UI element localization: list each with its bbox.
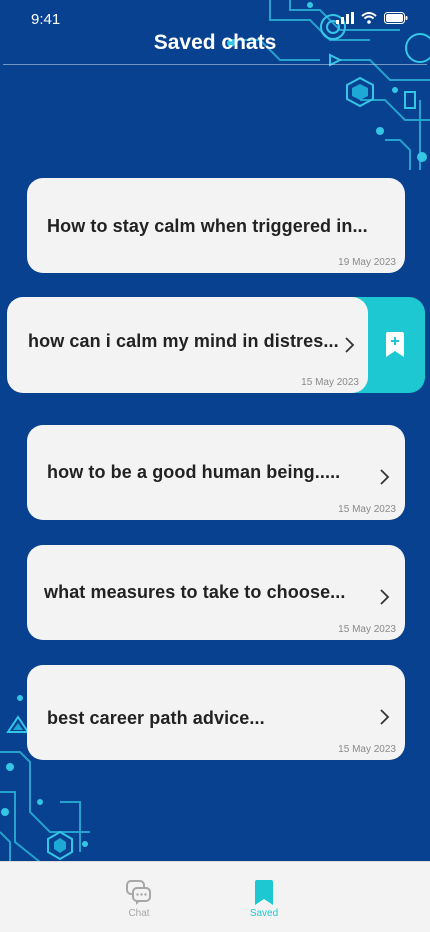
chevron-right-icon	[380, 469, 390, 485]
chevron-right-icon	[380, 709, 390, 725]
chat-card-title: how can i calm my mind in distres...	[28, 331, 339, 351]
bottom-tab-bar: Chat Saved	[0, 861, 430, 932]
page-title: Saved chats	[153, 31, 277, 54]
saved-chats-screen: 9:41 Saved chats How to stay calm when t…	[0, 0, 430, 932]
chevron-right-icon	[380, 589, 390, 605]
battery-icon	[384, 12, 408, 24]
chat-card-date: 19 May 2023	[338, 257, 396, 268]
bookmark-plus-icon	[386, 332, 404, 357]
chat-bubbles-icon	[126, 880, 151, 905]
chat-card[interactable]: How to stay calm when triggered in... 19…	[27, 178, 405, 273]
chat-card[interactable]: how to be a good human being..... 15 May…	[27, 425, 405, 520]
chat-card[interactable]: best career path advice... 15 May 2023	[27, 665, 405, 760]
chat-card-title: how to be a good human being.....	[47, 462, 341, 482]
chat-card-date: 15 May 2023	[338, 504, 396, 515]
chat-card-title: best career path advice...	[47, 708, 265, 728]
status-icons	[336, 12, 408, 24]
tab-chat[interactable]: Chat	[109, 880, 169, 919]
chat-card[interactable]: what measures to take to choose... 15 Ma…	[27, 545, 405, 640]
tab-saved[interactable]: Saved	[234, 880, 294, 919]
chat-card-date: 15 May 2023	[338, 744, 396, 755]
chat-card[interactable]: how can i calm my mind in distres... 15 …	[7, 297, 368, 393]
chat-card-title: what measures to take to choose...	[44, 582, 346, 602]
header-divider	[3, 64, 427, 65]
tab-chat-label: Chat	[128, 908, 150, 919]
chat-card-date: 15 May 2023	[338, 624, 396, 635]
status-time: 9:41	[31, 11, 61, 28]
swiped-chat-row: how can i calm my mind in distres... 15 …	[7, 297, 425, 393]
signal-icon	[336, 12, 354, 24]
chat-card-date: 15 May 2023	[301, 377, 359, 388]
chat-card-title: How to stay calm when triggered in...	[47, 216, 368, 236]
chevron-right-icon	[345, 337, 355, 353]
wifi-icon	[361, 12, 377, 24]
bookmark-icon	[255, 880, 273, 905]
tab-saved-label: Saved	[249, 908, 279, 919]
